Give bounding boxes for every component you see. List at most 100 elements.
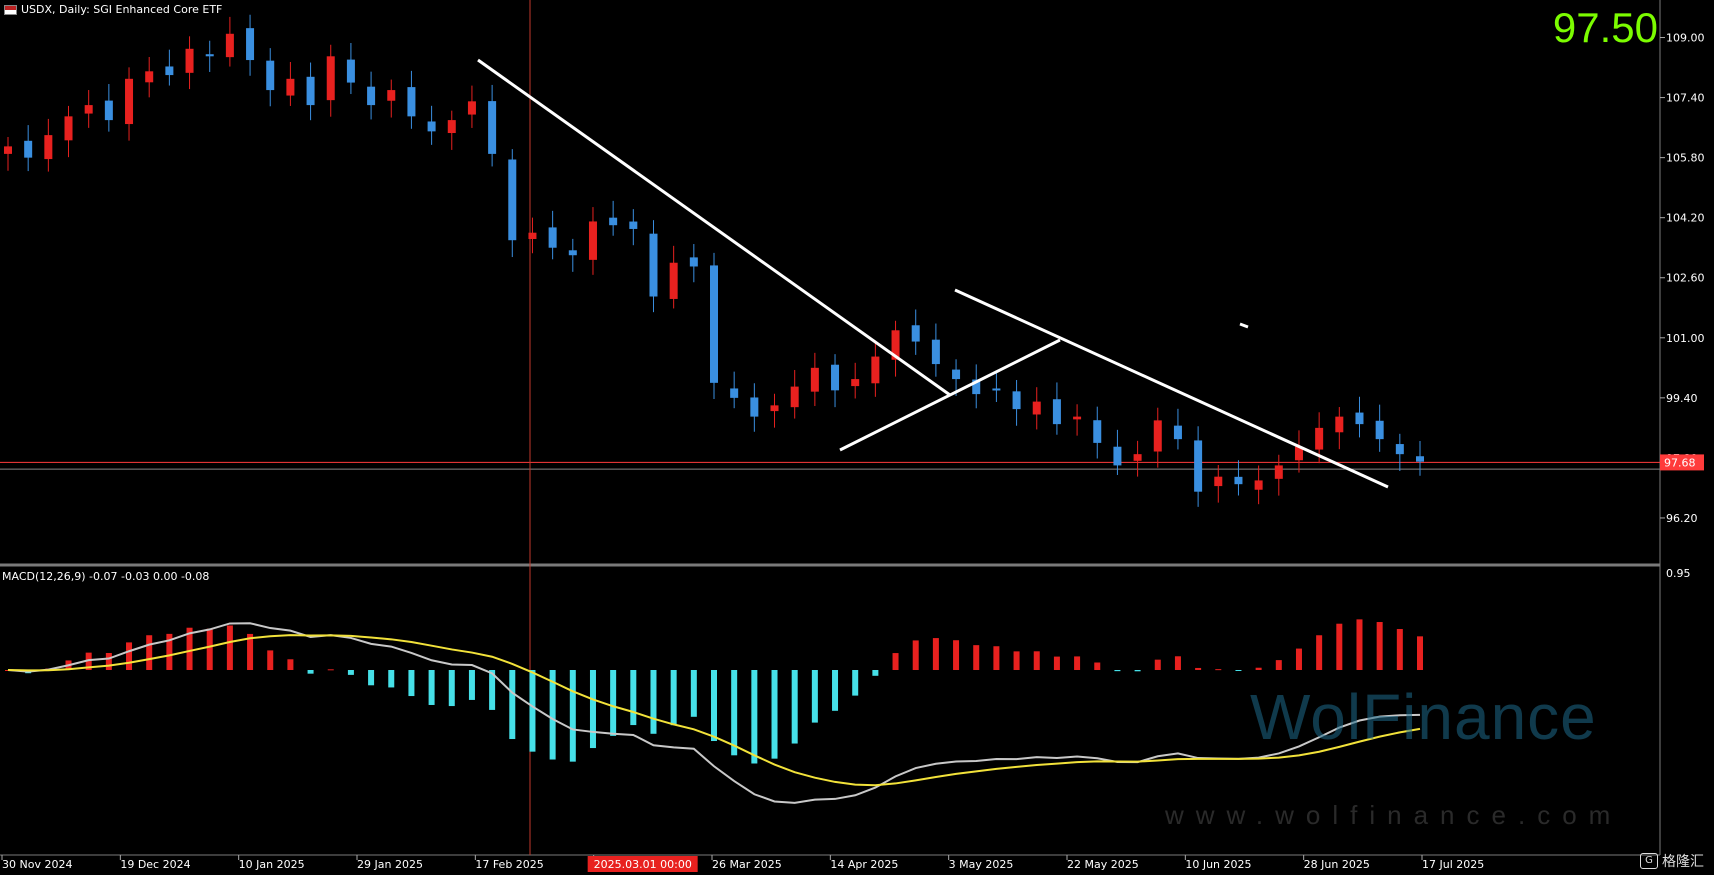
macd-hist-bar [811,670,818,723]
macd-hist-bar [509,670,516,740]
macd-hist-bar [1295,648,1302,670]
candle-body [871,356,880,384]
watermark-brand: WolFinance [1250,681,1597,753]
trendline [839,338,1061,452]
price-tick-label: 107.40 [1666,92,1705,105]
candle-body [1355,412,1364,425]
macd-hist-bar [428,670,435,705]
candle-body [952,369,961,380]
candle-body [64,116,73,141]
candle-body [1254,480,1263,490]
price-tick-label: 99.40 [1666,392,1698,405]
candle-body [548,227,557,248]
candle-body [165,66,174,76]
time-tick-label: 29 Jan 2025 [357,858,423,871]
candle-body [588,221,597,260]
candle-body [1214,476,1223,487]
macd-hist-bar [1417,636,1423,670]
big-price-readout: 97.50 [1552,4,1658,51]
time-tick-label: 3 May 2025 [949,858,1014,871]
macd-hist-bar [1235,670,1242,671]
trendline [954,288,1389,489]
time-tick-label: 19 Dec 2024 [120,858,190,871]
candle-body [730,388,739,398]
macd-hist-bar [368,670,375,686]
macd-histogram [5,619,1423,764]
candle-body [669,262,678,299]
macd-hist-bar [287,659,294,670]
candle-body [145,71,154,83]
candle-body [104,100,113,121]
candle-body [528,232,537,239]
macd-hist-bar [146,635,153,670]
macd-hist-bar [1255,667,1262,670]
candle-body [286,78,295,96]
candle-body [447,120,456,134]
time-tick-label: 10 Jan 2025 [239,858,305,871]
candle-body [689,257,698,267]
macd-hist-bar [307,670,314,674]
price-tick-label: 105.80 [1666,152,1705,165]
macd-hist-bar [1154,659,1161,670]
candlestick-series [4,14,1424,507]
macd-hist-bar [206,628,213,670]
gelonghui-logo-icon: G [1640,853,1658,869]
macd-hist-bar [832,670,839,711]
price-tick-label: 96.20 [1666,512,1698,525]
time-tick-label: 14 Apr 2025 [830,858,898,871]
chart-header: USDX, Daily: SGI Enhanced Core ETF [4,3,222,16]
candle-body [225,33,234,58]
candle-body [246,28,255,61]
candle-body [326,56,335,101]
macd-hist-bar [408,670,415,697]
macd-hist-bar [912,640,919,670]
macd-hist-bar [993,646,1000,670]
time-tick-label: 2025.03.01 00:00 [594,858,692,871]
time-tick-label: 28 Jun 2025 [1304,858,1370,871]
price-tick-label: 104.20 [1666,212,1705,225]
macd-hist-bar [1396,629,1403,670]
price-tick-label: 109.00 [1666,32,1705,45]
candle-body [770,405,779,412]
macd-hist-bar [1174,656,1181,670]
candle-body [508,159,517,241]
candle-body [710,265,718,383]
candle-body [1133,454,1142,461]
macd-hist-bar [1053,656,1060,670]
macd-hist-bar [448,670,455,707]
candle-body [387,90,396,101]
candle-body [568,250,577,256]
macd-hist-bar [1134,670,1141,672]
candle-body [1113,446,1122,466]
macd-hist-bar [1275,660,1282,670]
candle-body [750,397,759,417]
candle-body [810,367,819,392]
price-tick-label: 102.60 [1666,272,1705,285]
macd-hist-bar [1013,651,1020,670]
candle-body [831,364,840,391]
macd-hist-bar [630,670,637,726]
trendline [1239,322,1249,329]
macd-hist-bar [932,638,939,670]
macd-hist-bar [388,670,395,688]
footer-brand-label: 格隆汇 [1662,854,1704,870]
macd-hist-bar [529,670,536,752]
candle-body [427,121,436,132]
macd-hist-bar [650,670,657,734]
macd-hist-bar [226,625,233,670]
macd-hist-bar [1195,667,1202,670]
time-tick-label: 17 Feb 2025 [475,858,543,871]
candle-body [266,60,275,91]
macd-hist-bar [872,670,879,676]
macd-hist-bar [1074,656,1081,670]
candle-body [911,325,920,342]
candle-body [1093,420,1102,443]
price-tick-label: 101.00 [1666,332,1705,345]
macd-hist-bar [731,670,738,756]
candle-body [185,48,194,73]
candle-body [467,101,476,115]
macd-hist-bar [1094,662,1101,670]
macd-hist-bar [589,670,596,749]
candle-body [992,388,1001,391]
macd-hist-bar [1316,635,1323,670]
